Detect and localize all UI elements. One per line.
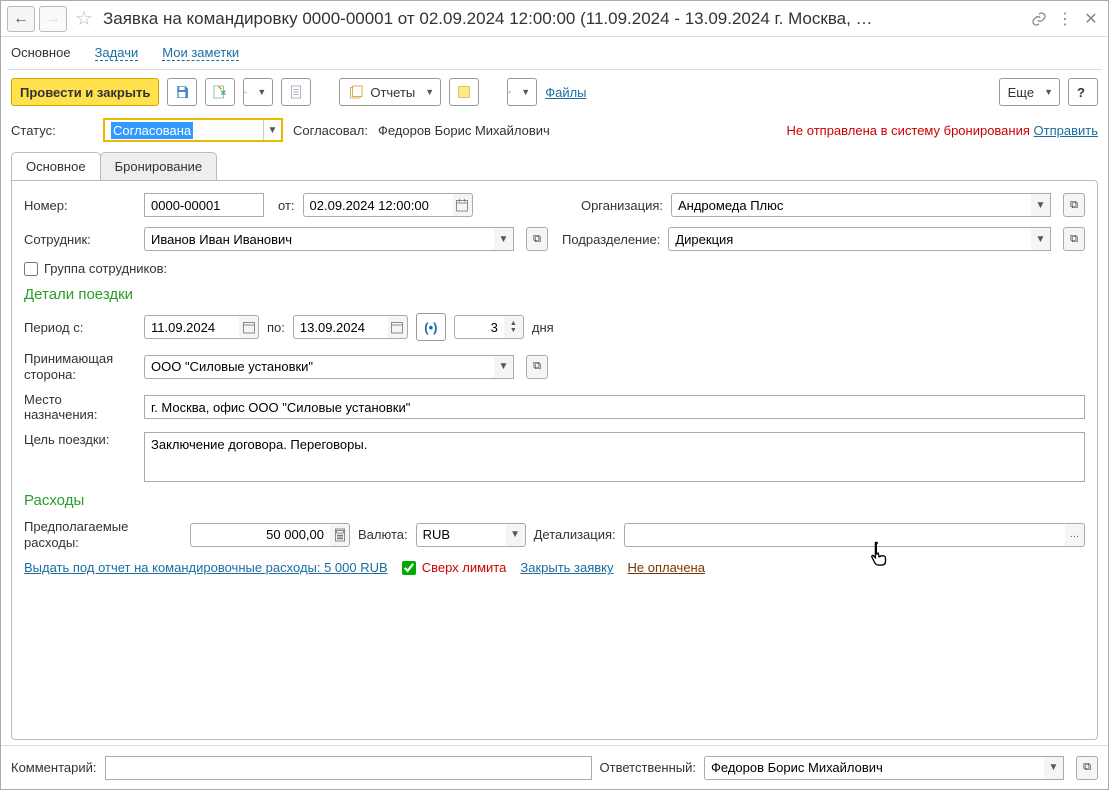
comment-field[interactable] xyxy=(112,760,585,775)
period-from-label: Период с: xyxy=(24,320,136,335)
reports-button[interactable]: Отчеты ▼ xyxy=(339,78,441,106)
purpose-label: Цель поездки: xyxy=(24,432,136,447)
favorite-star-icon[interactable]: ☆ xyxy=(71,6,97,32)
details-field[interactable] xyxy=(631,527,1059,542)
details-label: Детализация: xyxy=(534,527,616,542)
date-field[interactable] xyxy=(310,198,447,213)
responsible-open-button[interactable]: ⧉ xyxy=(1076,756,1098,780)
chevron-down-icon: ▼ xyxy=(517,87,534,97)
document-button[interactable] xyxy=(281,78,311,106)
currency-field[interactable] xyxy=(423,527,500,542)
dept-open-button[interactable]: ⧉ xyxy=(1063,227,1085,251)
destination-field[interactable] xyxy=(151,400,1078,415)
calendar-icon[interactable] xyxy=(453,193,473,217)
more-button[interactable]: Еще ▼ xyxy=(999,78,1060,106)
tab-booking[interactable]: Бронирование xyxy=(100,152,218,180)
advance-link[interactable]: Выдать под отчет на командировочные расх… xyxy=(24,560,388,575)
responsible-dropdown-button[interactable]: ▼ xyxy=(1044,756,1064,780)
approved-by-value: Федоров Борис Михайлович xyxy=(378,123,550,138)
link-icon[interactable] xyxy=(1028,8,1050,30)
note-button[interactable] xyxy=(449,78,479,106)
group-label: Группа сотрудников: xyxy=(44,261,167,276)
nav-link-tasks[interactable]: Задачи xyxy=(95,45,139,61)
period-to-label: по: xyxy=(267,320,285,335)
period-from-field[interactable] xyxy=(151,320,233,335)
over-limit-label: Сверх лимита xyxy=(422,560,507,575)
send-link[interactable]: Отправить xyxy=(1034,123,1098,138)
host-open-button[interactable]: ⧉ xyxy=(526,355,548,379)
destination-label: Место назначения: xyxy=(24,392,136,422)
org-dropdown-button[interactable]: ▼ xyxy=(1031,193,1051,217)
tab-main[interactable]: Основное xyxy=(11,152,101,180)
number-field[interactable] xyxy=(151,198,257,213)
chevron-down-icon: ▼ xyxy=(421,87,438,97)
calendar-icon[interactable] xyxy=(388,315,408,339)
group-checkbox-row[interactable]: Группа сотрудников: xyxy=(24,261,167,276)
over-limit-checkbox[interactable] xyxy=(402,561,416,575)
dept-label: Подразделение: xyxy=(562,232,660,247)
responsible-label: Ответственный: xyxy=(600,760,696,775)
calendar-icon[interactable] xyxy=(239,315,259,339)
number-label: Номер: xyxy=(24,198,136,213)
dept-field[interactable] xyxy=(675,232,1025,247)
nav-back-button[interactable]: ← xyxy=(7,6,35,32)
over-limit-row[interactable]: Сверх лимита xyxy=(402,560,507,575)
period-to-field[interactable] xyxy=(300,320,382,335)
booking-warning: Не отправлена в систему бронирования xyxy=(787,123,1030,138)
comment-label: Комментарий: xyxy=(11,760,97,775)
employee-open-button[interactable]: ⧉ xyxy=(526,227,548,251)
days-spinner[interactable]: ▲▼ xyxy=(504,315,524,339)
trip-section-title: Детали поездки xyxy=(24,286,1085,303)
nav-link-main[interactable]: Основное xyxy=(11,45,71,62)
nav-forward-button: → xyxy=(39,6,67,32)
close-request-link[interactable]: Закрыть заявку xyxy=(520,560,613,575)
org-field[interactable] xyxy=(678,198,1025,213)
chevron-down-icon: ▼ xyxy=(1040,87,1057,97)
reports-label: Отчеты xyxy=(370,85,415,100)
save-button[interactable] xyxy=(167,78,197,106)
est-label: Предполагаемые расходы: xyxy=(24,519,182,550)
more-label: Еще xyxy=(1008,85,1034,100)
currency-dropdown-button[interactable]: ▼ xyxy=(506,523,526,547)
close-icon[interactable]: ✕ xyxy=(1080,8,1102,30)
kebab-menu-icon[interactable]: ⋮ xyxy=(1054,8,1076,30)
employee-field[interactable] xyxy=(151,232,488,247)
files-link[interactable]: Файлы xyxy=(545,85,586,100)
responsible-field[interactable] xyxy=(711,760,1038,775)
attach-button[interactable]: ▼ xyxy=(507,78,537,106)
help-button[interactable]: ? xyxy=(1068,78,1098,106)
est-amount-field[interactable] xyxy=(197,527,324,542)
post-and-close-button[interactable]: Провести и закрыть xyxy=(11,78,159,106)
host-field[interactable] xyxy=(151,359,488,374)
approved-by-label: Согласовал: xyxy=(293,123,368,138)
from-label: от: xyxy=(278,198,295,213)
employee-label: Сотрудник: xyxy=(24,232,136,247)
host-dropdown-button[interactable]: ▼ xyxy=(494,355,514,379)
purpose-field[interactable] xyxy=(151,437,1078,477)
calculator-icon[interactable] xyxy=(330,523,350,547)
days-field[interactable] xyxy=(461,320,498,335)
nav-link-notes[interactable]: Мои заметки xyxy=(162,45,239,61)
status-label: Статус: xyxy=(11,123,93,138)
days-label: дня xyxy=(532,320,554,335)
create-based-on-button[interactable]: ▼ xyxy=(243,78,273,106)
currency-label: Валюта: xyxy=(358,527,408,542)
chevron-down-icon: ▼ xyxy=(253,87,270,97)
dept-dropdown-button[interactable]: ▼ xyxy=(1031,227,1051,251)
post-button[interactable] xyxy=(205,78,235,106)
org-label: Организация: xyxy=(581,198,663,213)
not-paid-link[interactable]: Не оплачена xyxy=(628,560,705,575)
group-checkbox[interactable] xyxy=(24,262,38,276)
sync-period-button[interactable]: (•) xyxy=(416,313,446,341)
host-label: Принимающая сторона: xyxy=(24,351,136,382)
expenses-section-title: Расходы xyxy=(24,492,1085,509)
window-title: Заявка на командировку 0000-00001 от 02.… xyxy=(101,9,1024,29)
employee-dropdown-button[interactable]: ▼ xyxy=(494,227,514,251)
status-dropdown-button[interactable]: ▼ xyxy=(263,120,281,140)
details-more-button[interactable]: … xyxy=(1065,523,1085,547)
org-open-button[interactable]: ⧉ xyxy=(1063,193,1085,217)
status-value[interactable]: Согласована xyxy=(105,121,263,140)
